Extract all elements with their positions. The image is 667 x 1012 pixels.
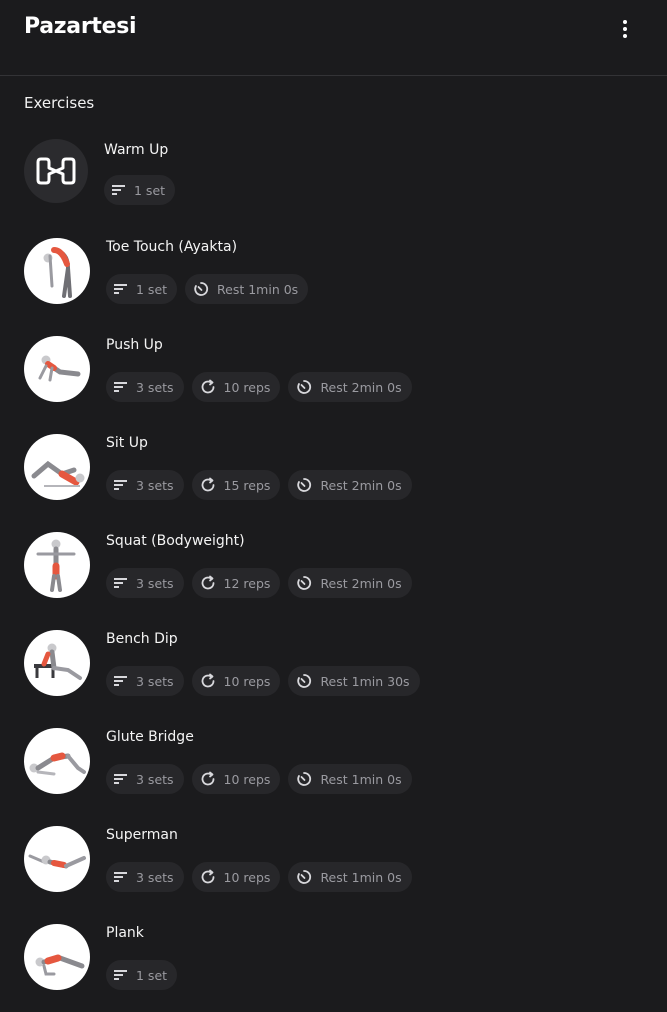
- reps-chip: 10 reps: [191, 862, 281, 892]
- exercise-chips: 3 sets 10 reps Rest 1min 0s: [106, 862, 412, 892]
- sets-chip: 3 sets: [106, 470, 184, 500]
- sets-chip: 3 sets: [106, 666, 184, 696]
- exercise-name: Superman: [106, 827, 178, 843]
- exercise-row-sit-up[interactable]: Sit Up 3 sets 15 reps Rest 2min 0s: [0, 433, 667, 531]
- page-title: Pazartesi: [24, 14, 137, 39]
- rest-chip: Rest 1min 0s: [288, 862, 412, 892]
- exercise-row-push-up[interactable]: Push Up 3 sets 10 reps Rest 2min 0s: [0, 335, 667, 433]
- sets-icon: [114, 872, 127, 882]
- sets-icon: [114, 382, 127, 392]
- warm-up-logo-icon: [24, 139, 88, 203]
- sets-chip: 3 sets: [106, 862, 184, 892]
- exercise-name: Sit Up: [106, 435, 148, 451]
- exercise-name: Bench Dip: [106, 631, 178, 647]
- repeat-icon: [201, 477, 214, 492]
- sets-chip: 1 set: [106, 274, 178, 304]
- sets-chip: 3 sets: [106, 372, 184, 402]
- reps-chip: 12 reps: [191, 568, 281, 598]
- exercise-chips: 1 set: [104, 175, 176, 205]
- timer-icon: [297, 772, 312, 786]
- sets-icon: [112, 185, 125, 195]
- exercise-chips: 3 sets 15 reps Rest 2min 0s: [106, 470, 412, 500]
- plank-figure: [24, 924, 90, 990]
- sets-icon: [114, 480, 127, 490]
- reps-chip: 10 reps: [191, 372, 281, 402]
- toe-touch-figure: [24, 238, 90, 304]
- push-up-figure: [24, 336, 90, 402]
- sit-up-figure: [24, 434, 90, 500]
- timer-icon: [297, 380, 312, 394]
- exercise-name: Squat (Bodyweight): [106, 533, 245, 549]
- exercise-row-superman[interactable]: Superman 3 sets 10 reps Rest 1min 0s: [0, 825, 667, 923]
- more-options-button[interactable]: [610, 14, 640, 44]
- sets-icon: [114, 970, 127, 980]
- exercise-name: Warm Up: [104, 142, 169, 158]
- exercise-chips: 3 sets 10 reps Rest 1min 30s: [106, 666, 420, 696]
- sets-chip: 1 set: [106, 960, 178, 990]
- exercise-name: Glute Bridge: [106, 729, 194, 745]
- sets-icon: [114, 284, 127, 294]
- app-header: Pazartesi: [0, 0, 667, 76]
- exercise-row-plank[interactable]: Plank 1 set: [0, 923, 667, 1012]
- timer-icon: [194, 282, 209, 296]
- repeat-icon: [201, 771, 214, 786]
- more-vert-icon: [623, 20, 627, 24]
- sets-chip: 1 set: [104, 175, 176, 205]
- exercise-row-squat[interactable]: Squat (Bodyweight) 3 sets 12 reps Rest 2…: [0, 531, 667, 629]
- exercise-chips: 3 sets 10 reps Rest 2min 0s: [106, 372, 412, 402]
- repeat-icon: [201, 379, 214, 394]
- timer-icon: [297, 674, 312, 688]
- timer-icon: [297, 870, 312, 884]
- rest-chip: Rest 1min 0s: [288, 764, 412, 794]
- exercise-chips: 1 set Rest 1min 0s: [106, 274, 309, 304]
- repeat-icon: [201, 673, 214, 688]
- exercise-chips: 3 sets 10 reps Rest 1min 0s: [106, 764, 412, 794]
- exercise-chips: 1 set: [106, 960, 178, 990]
- exercise-list: Warm Up 1 set Toe Touch (Ayakta) 1 set R…: [0, 138, 667, 1012]
- squat-figure: [24, 532, 90, 598]
- reps-chip: 10 reps: [191, 764, 281, 794]
- rest-chip: Rest 1min 0s: [185, 274, 309, 304]
- timer-icon: [297, 478, 312, 492]
- sets-chip: 3 sets: [106, 568, 184, 598]
- section-label: Exercises: [24, 94, 95, 112]
- exercise-name: Plank: [106, 925, 144, 941]
- rest-chip: Rest 2min 0s: [288, 372, 412, 402]
- rest-chip: Rest 1min 30s: [288, 666, 420, 696]
- sets-chip: 3 sets: [106, 764, 184, 794]
- superman-figure: [24, 826, 90, 892]
- exercise-name: Toe Touch (Ayakta): [106, 239, 238, 255]
- exercise-row-glute-bridge[interactable]: Glute Bridge 3 sets 10 reps Rest 1min 0s: [0, 727, 667, 825]
- repeat-icon: [201, 575, 214, 590]
- rest-chip: Rest 2min 0s: [288, 568, 412, 598]
- exercise-name: Push Up: [106, 337, 163, 353]
- timer-icon: [297, 576, 312, 590]
- sets-icon: [114, 676, 127, 686]
- glute-bridge-figure: [24, 728, 90, 794]
- rest-chip: Rest 2min 0s: [288, 470, 412, 500]
- sets-icon: [114, 578, 127, 588]
- exercise-row-toe-touch[interactable]: Toe Touch (Ayakta) 1 set Rest 1min 0s: [0, 237, 667, 335]
- exercise-row-bench-dip[interactable]: Bench Dip 3 sets 10 reps Rest 1min 30s: [0, 629, 667, 727]
- repeat-icon: [201, 869, 214, 884]
- reps-chip: 15 reps: [191, 470, 281, 500]
- reps-chip: 10 reps: [191, 666, 281, 696]
- exercise-row-warm-up[interactable]: Warm Up 1 set: [0, 138, 667, 237]
- sets-icon: [114, 774, 127, 784]
- exercise-chips: 3 sets 12 reps Rest 2min 0s: [106, 568, 412, 598]
- bench-dip-figure: [24, 630, 90, 696]
